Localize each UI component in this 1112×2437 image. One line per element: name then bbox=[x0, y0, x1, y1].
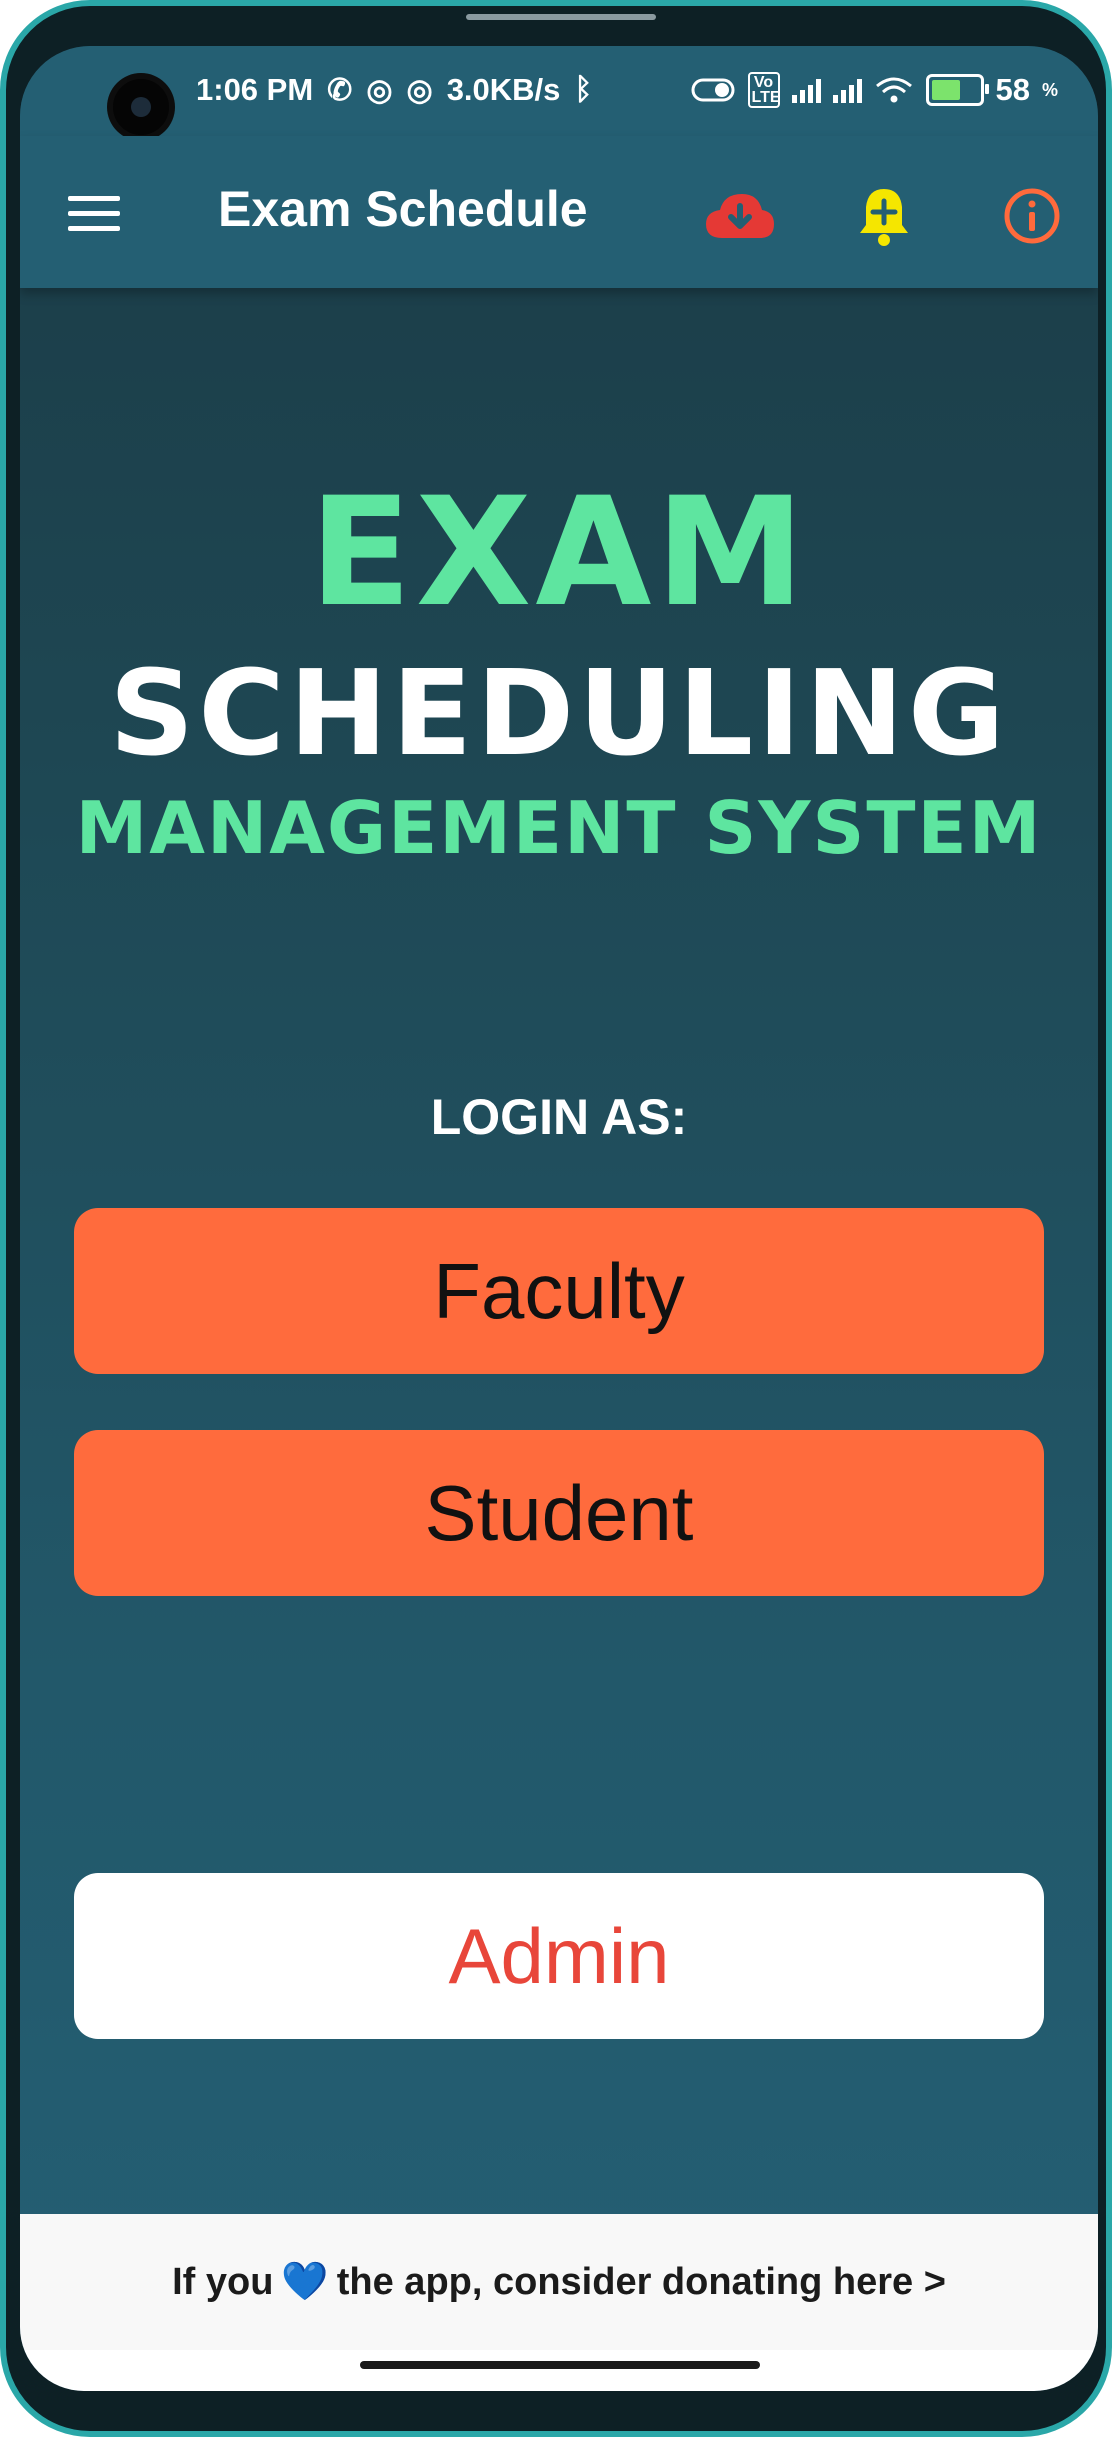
bell-plus-icon[interactable] bbox=[848, 180, 920, 252]
signal-icon bbox=[791, 77, 821, 103]
student-login-button[interactable]: Student bbox=[74, 1430, 1044, 1596]
donate-suffix: the app, consider donating here > bbox=[336, 2260, 946, 2303]
net-speed: 3.0KB/s bbox=[446, 72, 561, 107]
wifi-icon bbox=[875, 77, 912, 103]
info-icon[interactable] bbox=[996, 180, 1068, 252]
hamburger-menu-icon[interactable] bbox=[68, 196, 120, 232]
battery-level: 58 bbox=[995, 72, 1030, 107]
hero-title-exam: EXAM bbox=[309, 466, 809, 640]
volte-icon: Vo LTE bbox=[747, 72, 781, 108]
admin-button-label: Admin bbox=[448, 1911, 670, 2000]
cloud-download-icon[interactable] bbox=[704, 180, 776, 252]
signal-icon-2 bbox=[832, 77, 862, 103]
donate-banner[interactable]: If you 💙 the app, consider donating here… bbox=[20, 2214, 1098, 2350]
navigation-area bbox=[20, 2350, 1098, 2391]
front-camera bbox=[113, 79, 169, 135]
heart-icon: 💙 bbox=[281, 2261, 329, 2303]
bluetooth-icon: ᛒ bbox=[574, 73, 593, 106]
login-as-heading: LOGIN AS: bbox=[430, 1089, 688, 1145]
phone-top-edge bbox=[466, 14, 656, 20]
battery-unit: % bbox=[1041, 79, 1058, 100]
phone-frame: 1:06 PM ✆ ◎ ◎ 3.0KB/s ᛒ Vo LTE 58 % Exam… bbox=[0, 0, 1112, 2437]
status-left-group: 1:06 PM ✆ ◎ ◎ 3.0KB/s ᛒ bbox=[196, 72, 592, 108]
home-gesture-bar[interactable] bbox=[360, 2361, 760, 2369]
app-screen: 1:06 PM ✆ ◎ ◎ 3.0KB/s ᛒ Vo LTE 58 % Exam… bbox=[20, 46, 1098, 2391]
hero-title-scheduling: SCHEDULING bbox=[109, 644, 1009, 782]
faculty-button-label: Faculty bbox=[433, 1246, 685, 1335]
hero-subtitle: MANAGEMENT SYSTEM bbox=[75, 786, 1043, 870]
status-time: 1:06 PM bbox=[196, 72, 314, 107]
faculty-login-button[interactable]: Faculty bbox=[74, 1208, 1044, 1374]
battery-icon bbox=[925, 74, 989, 106]
admin-login-button[interactable]: Admin bbox=[74, 1873, 1044, 2039]
sync-icon: ◎ bbox=[366, 73, 393, 107]
student-button-label: Student bbox=[424, 1468, 694, 1557]
toggle-icon bbox=[691, 78, 734, 102]
donate-prefix: If you bbox=[172, 2260, 274, 2303]
phone-call-icon: ✆ bbox=[327, 73, 353, 107]
app-bar: Exam Schedule bbox=[20, 136, 1098, 288]
sync-icon-2: ◎ bbox=[406, 73, 433, 107]
status-right-group: Vo LTE 58 % bbox=[690, 72, 1058, 108]
page-title: Exam Schedule bbox=[218, 181, 588, 237]
status-bar: 1:06 PM ✆ ◎ ◎ 3.0KB/s ᛒ Vo LTE 58 % bbox=[20, 46, 1098, 136]
